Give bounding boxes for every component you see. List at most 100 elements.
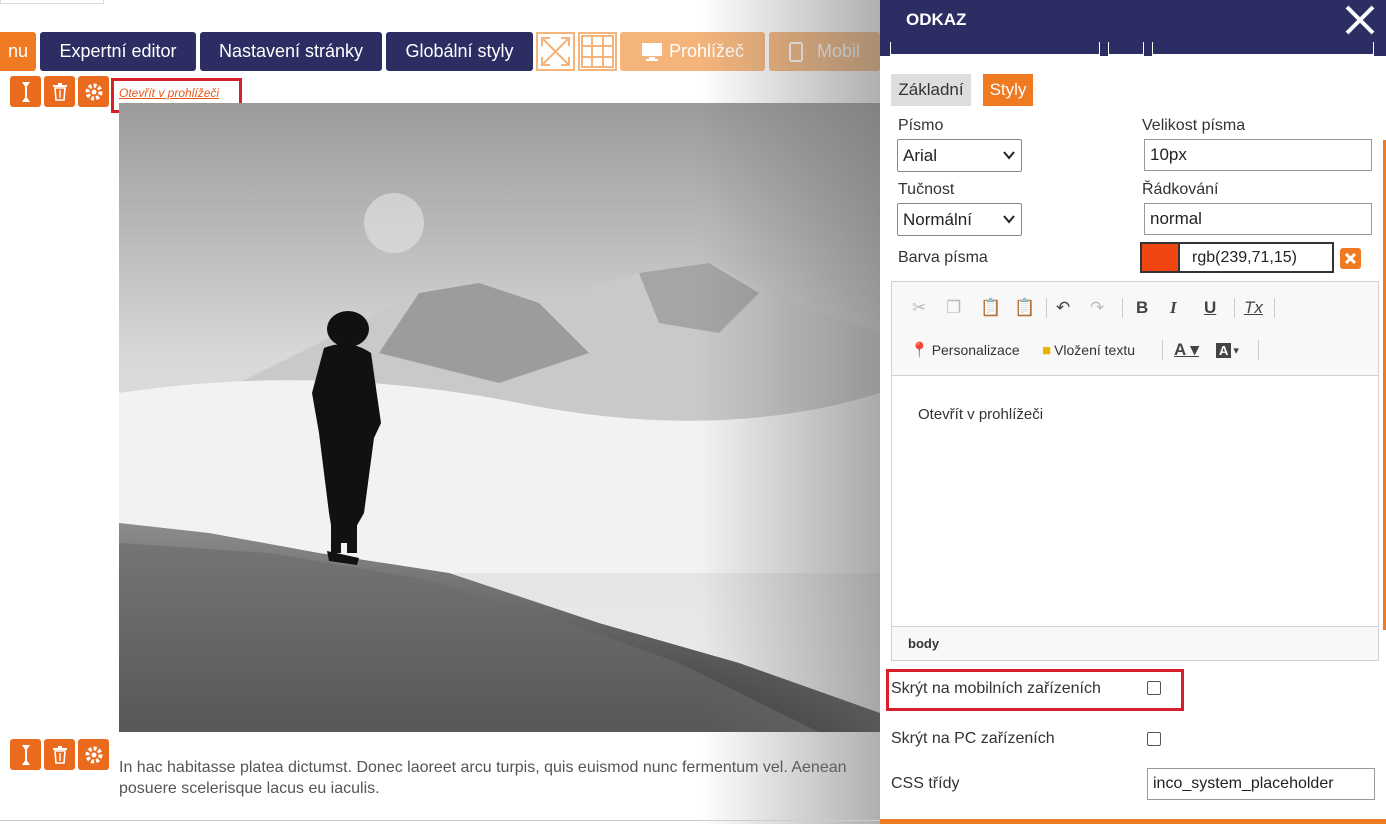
trash-icon [52,745,67,764]
weight-select[interactable]: Normální [897,203,1022,236]
insert-text-button[interactable]: ■ Vložení textu [1042,338,1135,362]
toolbar-separator [1122,298,1123,318]
color-value: rgb(239,71,15) [1192,248,1297,266]
panel-header: ODKAZ [880,0,1386,56]
top-toolbar: nu Expertní editor Nastavení stránky Glo… [0,0,880,78]
close-icon[interactable] [1342,2,1378,38]
monitor-icon [641,42,662,61]
personalize-button[interactable]: 📍 Personalizace [910,338,1020,362]
delete-button[interactable] [44,739,75,770]
font-color-label: Barva písma [898,249,988,266]
tab-basic[interactable]: Základní [891,74,971,106]
grid-button[interactable] [578,32,617,71]
bold-icon[interactable]: B [1136,296,1148,320]
font-select-value: Arial [903,145,938,165]
hide-mobile-checkbox[interactable] [1147,681,1161,695]
font-label: Písmo [898,117,944,134]
css-classes-input[interactable]: inco_system_placeholder [1147,768,1375,800]
editor-content[interactable]: Otevřít v prohlížeči [918,406,1043,423]
move-icon [21,81,30,102]
link-settings-panel: ODKAZ Základní Styly Písmo Arial Velikos… [880,0,1386,824]
panel-bottom-bar [880,819,1386,824]
weight-label: Tučnost [898,181,955,198]
color-swatch[interactable] [1140,242,1180,273]
hero-image [119,103,880,732]
clear-format-icon[interactable]: Tx [1244,296,1263,320]
redo-icon[interactable]: ↷ [1090,296,1104,320]
mobile-view-label: Mobil [816,41,860,61]
fullscreen-icon [541,37,570,66]
paragraph-line: In hac habitasse platea dictumst. Donec … [119,759,847,776]
gear-icon [85,746,102,763]
open-in-browser-link[interactable]: Otevřít v prohlížeči [119,86,219,100]
underline-icon[interactable]: U [1204,296,1216,320]
block-tools-link [10,76,109,107]
font-size-label: Velikost písma [1142,117,1246,134]
phone-icon [788,41,803,62]
header-tab[interactable] [890,42,1100,56]
gear-icon [85,83,102,100]
weight-select-value: Normální [903,209,972,229]
hide-mobile-label: Skrýt na mobilních zařízeních [891,680,1101,697]
line-height-value: normal [1150,209,1202,228]
rich-text-editor: ✂ ❐ 📋 📋 ↶ ↷ B I U Tx 📍 Personalizace ■ V… [891,281,1379,661]
toolbar-separator [1258,340,1259,360]
font-size-value: 10px [1150,145,1187,164]
toolbar-separator [1162,340,1163,360]
editor-toolbar: ✂ ❐ 📋 📋 ↶ ↷ B I U Tx 📍 Personalizace ■ V… [892,282,1378,376]
italic-icon[interactable]: I [1170,296,1177,320]
text-color-icon[interactable]: A ▾ [1174,338,1199,362]
color-input[interactable]: rgb(239,71,15) [1180,242,1334,273]
chevron-down-icon [1003,151,1015,160]
grid-icon [581,35,614,68]
line-height-label: Řádkování [1142,181,1219,198]
mobile-view-button[interactable]: Mobil [769,32,880,71]
map-pin-icon: 📍 [910,342,929,359]
settings-button[interactable] [78,76,109,107]
hide-pc-label: Skrýt na PC zařízeních [891,730,1055,747]
note-icon: ■ [1042,341,1052,359]
fullscreen-button[interactable] [536,32,575,71]
header-tab[interactable] [1152,42,1374,56]
move-button[interactable] [10,739,41,770]
paste-text-icon[interactable]: 📋 [1014,296,1035,320]
divider [0,820,880,821]
move-icon [21,744,30,765]
block-tools-text [10,739,109,770]
css-classes-label: CSS třídy [891,775,960,792]
css-classes-value: inco_system_placeholder [1153,775,1334,792]
editor-status-path: body [892,626,1378,660]
paragraph-line: posuere scelerisque lacus eu iaculis. [119,780,380,797]
close-icon [1344,252,1357,265]
personalize-label: Personalizace [931,342,1020,358]
undo-icon[interactable]: ↶ [1056,296,1070,320]
toolbar-separator [1046,298,1047,318]
trash-icon [52,82,67,101]
top-frame [0,0,104,4]
hide-pc-checkbox[interactable] [1147,732,1161,746]
font-size-input[interactable]: 10px [1144,139,1372,171]
body-paragraph: In hac habitasse platea dictumst. Donec … [119,757,880,799]
expert-editor-button[interactable]: Expertní editor [40,32,196,71]
menu-button[interactable]: nu [0,32,36,71]
browser-view-label: Prohlížeč [668,41,745,61]
bg-color-icon[interactable]: A ▾ [1216,338,1239,362]
page-settings-button[interactable]: Nastavení stránky [200,32,382,71]
header-tab[interactable] [1108,42,1144,56]
delete-button[interactable] [44,76,75,107]
tab-styles[interactable]: Styly [983,74,1033,106]
chevron-down-icon [1003,215,1015,224]
settings-button[interactable] [78,739,109,770]
browser-view-button[interactable]: Prohlížeč [620,32,765,71]
cut-icon[interactable]: ✂ [912,296,926,320]
line-height-input[interactable]: normal [1144,203,1372,235]
font-select[interactable]: Arial [897,139,1022,172]
move-button[interactable] [10,76,41,107]
paste-icon[interactable]: 📋 [980,296,1001,320]
insert-text-label: Vložení textu [1054,342,1135,358]
copy-icon[interactable]: ❐ [946,296,961,320]
panel-title: ODKAZ [906,10,967,29]
global-styles-button[interactable]: Globální styly [386,32,533,71]
toolbar-separator [1234,298,1235,318]
clear-color-button[interactable] [1340,248,1361,269]
